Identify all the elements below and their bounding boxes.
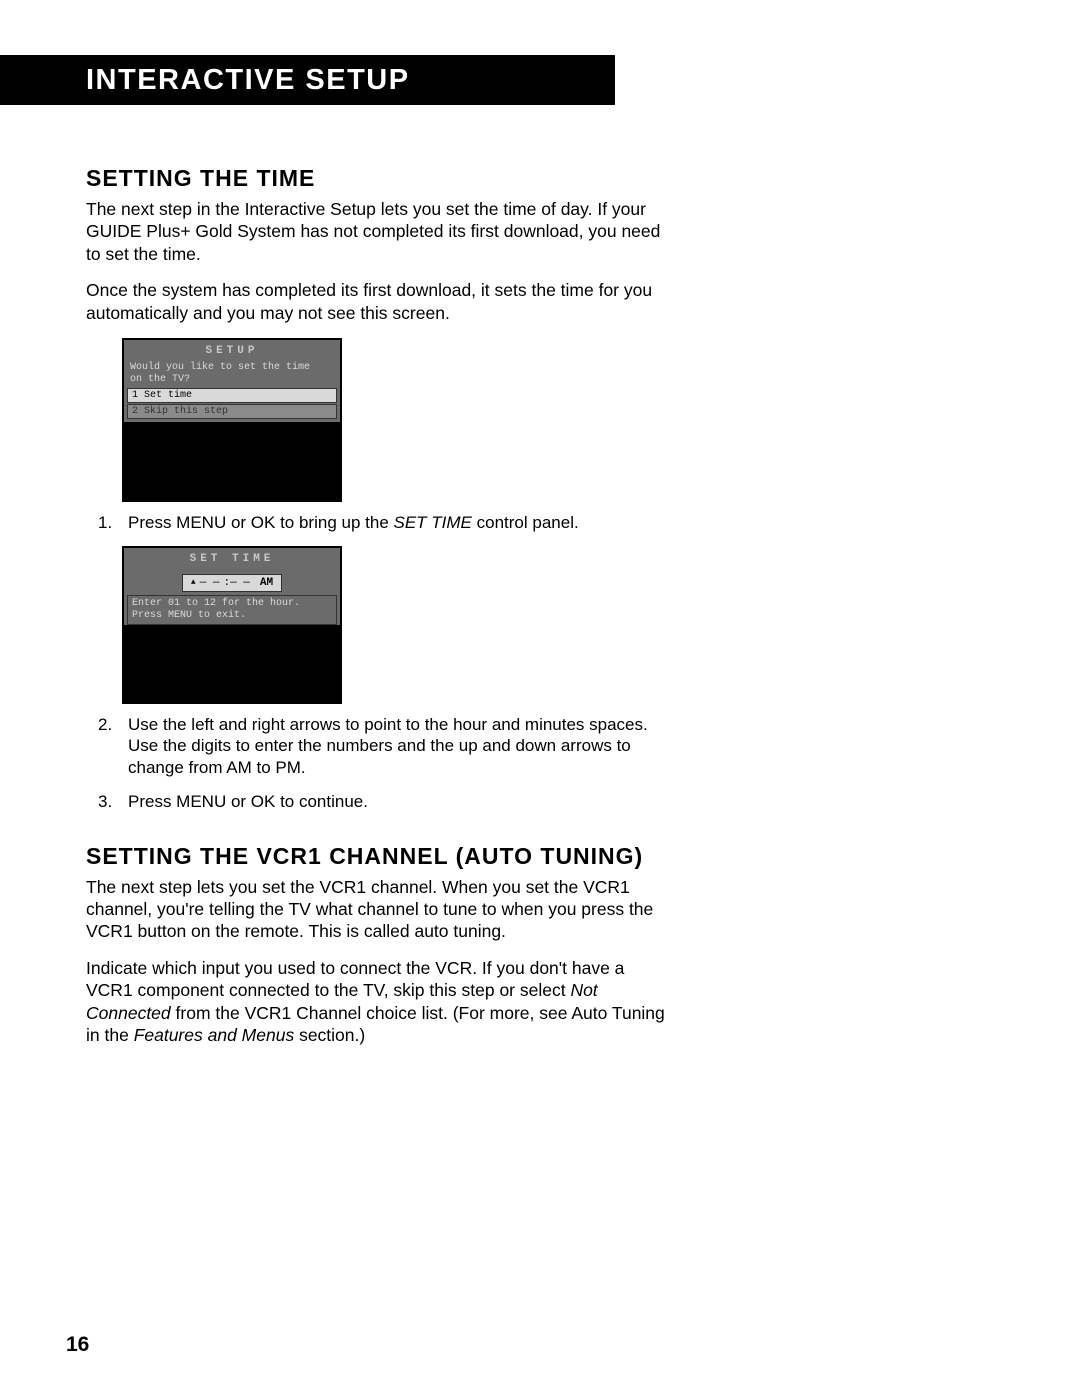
text-emphasis: Features and Menus	[134, 1025, 295, 1045]
ampm-label: AM	[260, 577, 273, 589]
time-input-row: ▲ — — :— — AM	[124, 568, 340, 595]
paragraph: Indicate which input you used to connect…	[86, 957, 666, 1047]
time-input-box: ▲ — — :— — AM	[182, 574, 282, 592]
text-run: Indicate which input you used to connect…	[86, 958, 624, 1000]
setup-screen: SETUP Would you like to set the time on …	[122, 338, 342, 502]
setup-screen-prompt: Would you like to set the time on the TV…	[124, 360, 340, 388]
step-2: Use the left and right arrows to point t…	[86, 714, 666, 779]
help-line: Enter 01 to 12 for the hour.	[132, 598, 300, 609]
text-run: section.)	[294, 1025, 365, 1045]
screen-black-area	[124, 628, 340, 702]
help-line: Press MENU to exit.	[132, 610, 246, 621]
step-1: Press MENU or OK to bring up the SET TIM…	[86, 512, 666, 534]
page-number: 16	[66, 1333, 89, 1357]
instruction-steps-cont: Use the left and right arrows to point t…	[86, 714, 666, 813]
up-arrow-icon: ▲	[191, 579, 196, 587]
screen-black-area	[124, 422, 340, 500]
prompt-line: Would you like to set the time	[130, 362, 310, 373]
step-text: control panel.	[472, 513, 579, 532]
paragraph: The next step lets you set the VCR1 chan…	[86, 876, 666, 943]
step-text: Press MENU or OK to bring up the	[128, 513, 394, 532]
section-heading-vcr1: Setting the VCR1 Channel (Auto Tuning)	[86, 843, 666, 870]
prompt-line: on the TV?	[130, 374, 190, 385]
minute-placeholder: :— —	[224, 577, 250, 589]
chapter-title-bar: Interactive Setup	[0, 55, 615, 105]
setup-option-skip: 2 Skip this step	[127, 404, 337, 419]
set-time-screen-title: SET TIME	[124, 548, 340, 568]
setup-option-set-time: 1 Set time	[127, 388, 337, 403]
setup-screen-title: SETUP	[124, 340, 340, 360]
set-time-screen: SET TIME ▲ — — :— — AM Enter 01 to 12 fo…	[122, 546, 342, 704]
chapter-title: Interactive Setup	[86, 64, 410, 97]
setup-screen-options: 1 Set time 2 Skip this step	[124, 388, 340, 422]
step-3: Press MENU or OK to continue.	[86, 791, 666, 813]
step-text-emphasis: SET TIME	[394, 513, 472, 532]
paragraph: Once the system has completed its first …	[86, 279, 666, 324]
paragraph: The next step in the Interactive Setup l…	[86, 198, 666, 265]
hour-placeholder: — —	[200, 577, 220, 589]
set-time-help: Enter 01 to 12 for the hour. Press MENU …	[127, 595, 337, 625]
main-content: Setting the Time The next step in the In…	[86, 165, 666, 1046]
section-heading-setting-time: Setting the Time	[86, 165, 666, 192]
instruction-steps: Press MENU or OK to bring up the SET TIM…	[86, 512, 666, 534]
